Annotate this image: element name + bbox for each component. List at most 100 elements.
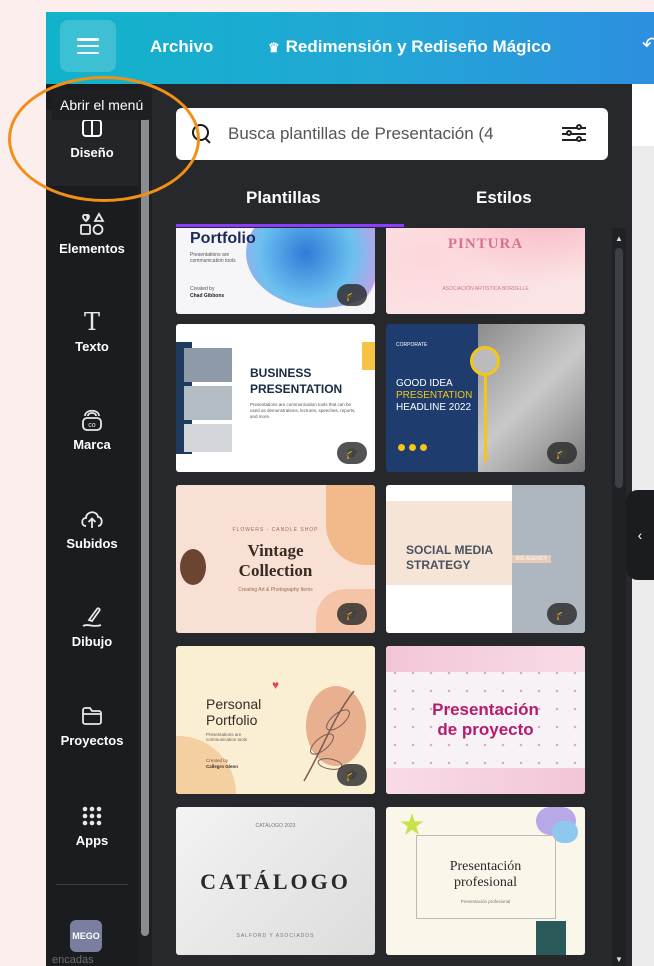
sidebar-item-projects[interactable]: Proyectos [46,702,138,748]
templates-grid: Portfolio Presentations are communicatio… [176,228,608,966]
card-title-line1: Presentación [432,700,539,719]
card-title: CATÁLOGO [200,869,351,894]
file-menu-button[interactable]: Archivo [150,37,213,57]
app-label: encadas [52,954,94,966]
template-card-profesional[interactable]: Presentación profesional Presentación pr… [386,807,585,955]
sidebar-divider [56,884,128,885]
brand-icon: co [80,406,104,434]
card-title-line2: Collection [238,561,313,580]
sidebar-item-apps[interactable]: Apps [46,802,138,848]
magic-resize-button[interactable]: ♛ Redimensión y Rediseño Mágico [268,37,551,57]
template-card-proyecto[interactable]: Presentación de proyecto [386,646,585,794]
graduation-cap-icon: 🎓 [345,608,359,621]
sidebar-scrollbar[interactable] [138,84,152,966]
graduation-cap-icon: 🎓 [345,769,359,782]
hamburger-menu-icon [77,38,99,54]
heart-icon: ♥ [272,678,280,692]
card-subtitle: SALFORD Y ASOCIADOS [236,933,315,939]
folder-icon [80,702,104,730]
photo-placeholder [184,424,232,452]
card-title-line2: Portfolio [206,712,258,728]
svg-text:co: co [88,422,96,429]
crown-icon: ♛ [268,40,280,55]
sidebar-item-draw[interactable]: Dibujo [46,603,138,649]
graduation-cap-icon: 🎓 [345,289,359,302]
card-subtitle: Presentations are communication tools [190,252,236,264]
templates-scroll-thumb[interactable] [615,248,623,488]
magic-resize-label: Redimensión y Rediseño Mágico [285,37,552,56]
card-title-line1: Personal [206,696,262,712]
template-card-pintura[interactable]: PINTURA ASOCIACIÓN ARTÍSTICA BORDELLE [386,228,585,314]
card-title-line1: Vintage [247,541,304,560]
sidebar-item-label: Marca [73,437,111,452]
card-line3: HEADLINE 2022 [396,402,472,413]
sidebar-item-design[interactable]: Diseño [46,110,138,186]
template-card-business[interactable]: BUSINESS PRESENTATION Presentations are … [176,324,375,472]
tab-templates[interactable]: Plantillas [246,188,321,208]
filter-icon[interactable] [562,123,588,145]
card-title-line1: BUSINESS [250,366,312,380]
apps-grid-icon [82,802,102,830]
graduation-cap-icon: 🎓 [555,608,569,621]
template-search-box[interactable] [176,108,608,160]
template-card-social-media[interactable]: SOCIAL MEDIA STRATEGY BIG AGENCY 🎓 [386,485,585,633]
card-subtitle: Presentations are communication tools th… [250,402,356,419]
tab-styles[interactable]: Estilos [476,188,532,208]
chevron-left-icon: ‹ [637,527,643,543]
card-title: Portfolio [190,230,256,247]
sidebar-item-text[interactable]: T Texto [46,308,138,354]
card-line2: PRESENTATION [396,390,473,401]
template-card-catalogo[interactable]: CATÁLOGO 2023 CATÁLOGO SALFORD Y ASOCIAD… [176,807,375,955]
template-card-personal-portfolio[interactable]: ♥ Personal Portfolio Presentations are c… [176,646,375,794]
premium-badge: 🎓 [337,603,367,625]
card-credit: Created by [190,286,215,292]
upload-cloud-icon [79,505,105,533]
scroll-up-arrow-icon[interactable]: ▲ [615,234,623,243]
app-badge[interactable]: MEGO [70,920,102,952]
template-card-vintage[interactable]: FLOWERS - CANDLE SHOP Vintage Collection… [176,485,375,633]
search-icon [192,124,212,144]
collapse-panel-button[interactable]: ‹ [626,490,654,580]
draw-icon [80,603,104,631]
premium-badge: 🎓 [337,764,367,786]
top-bar: Archivo ♛ Redimensión y Rediseño Mágico ↶ [46,12,654,84]
sidebar-scroll-thumb[interactable] [141,96,149,936]
graduation-cap-icon: 🎓 [345,447,359,460]
card-subtitle: Presentations are communication tools [206,732,248,742]
sidebar-item-label: Dibujo [71,634,113,649]
active-tab-indicator [176,224,404,227]
card-title: PINTURA [447,236,524,252]
premium-badge: 🎓 [337,442,367,464]
templates-scrollbar[interactable]: ▲ ▼ [612,228,626,966]
card-line1: GOOD IDEA [396,378,453,389]
sidebar-item-label: Elementos [59,241,125,256]
sidebar-item-brand[interactable]: co Marca [46,406,138,452]
sidebar-item-label: Diseño [70,145,114,160]
card-title-line2: de proyecto [437,720,534,739]
graduation-cap-icon: 🎓 [555,447,569,460]
template-card-portfolio[interactable]: Portfolio Presentations are communicatio… [176,228,375,314]
card-title-line2: STRATEGY [406,558,471,572]
card-credit-name: Callegro Glenn [206,764,239,769]
main-menu-button[interactable] [60,20,116,72]
sidebar-item-elements[interactable]: Elementos [46,210,138,256]
card-kicker: CATÁLOGO 2023 [255,823,296,829]
card-title-line1: Presentación [449,859,522,874]
card-subtitle: ASOCIACIÓN ARTÍSTICA BORDELLE [442,286,529,292]
sidebar-item-label: Texto [75,339,109,354]
card-title-line1: SOCIAL MEDIA [406,543,494,557]
elements-icon [79,210,105,238]
card-title-line2: profesional [454,875,517,890]
premium-badge: 🎓 [547,603,577,625]
undo-arrow-icon[interactable]: ↶ [642,32,654,57]
sidebar-item-uploads[interactable]: Subidos [46,505,138,551]
template-card-corporate[interactable]: CORPORATE GOOD IDEA PRESENTATION HEADLIN… [386,324,585,472]
card-subtitle: Presentación profesional [460,899,511,904]
star-shape [400,813,424,835]
card-tag: BIG AGENCY [512,555,551,563]
scroll-down-arrow-icon[interactable]: ▼ [615,955,623,964]
search-input[interactable] [228,124,558,144]
card-subtitle: Creating Art & Photography Items [238,587,313,593]
card-tag: CORPORATE [396,342,428,348]
card-credit: Created by [206,758,229,763]
